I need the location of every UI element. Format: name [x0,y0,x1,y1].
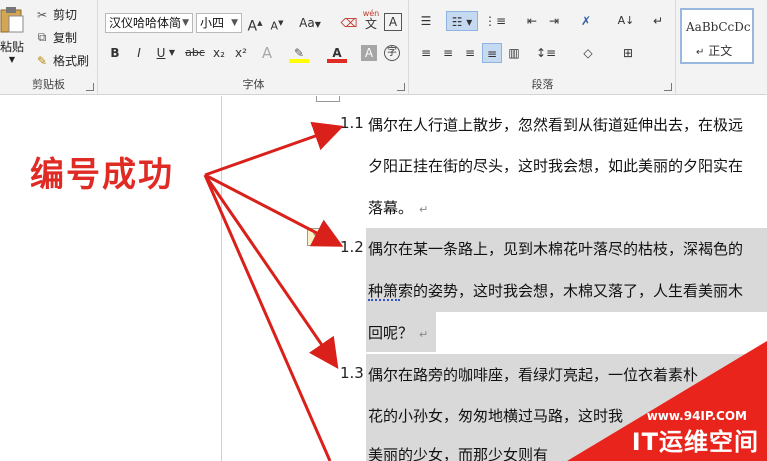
clipboard-group-label: 剪贴板 [32,78,65,91]
annotation-label: 编号成功 [30,155,174,195]
italic-label: I [137,46,141,60]
paste-icon [0,7,24,33]
numbering-icon[interactable]: ☷ ▾ [446,11,478,31]
copy-label: 复制 [53,31,78,45]
watermark-url: www.94IP.COM [646,409,747,423]
style-normal[interactable]: AaBbCcDc ↵ 正文 [680,8,754,64]
clear-format-icon[interactable]: ⌫ [339,13,359,33]
font-color-icon[interactable]: A [327,43,347,63]
italic-button[interactable]: I [129,43,149,63]
copy-button[interactable]: ⧉ 复制 [34,29,77,46]
align-right-icon[interactable]: ≡ [460,43,480,63]
paragraph-line: 落幕。 ↵ [368,197,428,218]
enclose-char-icon[interactable]: 字 [384,45,400,61]
style-normal-label: ↵ 正文 [696,42,732,59]
paragraph-line-text: 回呢？ [368,324,414,342]
paragraph-launcher-icon[interactable] [664,83,672,91]
multilevel-list-icon[interactable]: ⋮≡ [484,11,506,31]
distributed-icon[interactable]: ▥ [504,43,524,63]
text-effects-icon[interactable]: A [257,43,277,63]
watermark-title: IT运维空间 [631,428,759,456]
font-name-value: 汉仪哈哈体简 [109,16,182,30]
paragraph-line: 回呢？ ↵ [368,322,428,343]
list-number: 1.3 [340,364,364,382]
shrink-font-button[interactable]: A▼ [267,13,287,33]
format-painter-label: 格式刷 [53,54,90,68]
paragraph-line: 偶尔在某一条路上，见到木棉花叶落尽的枯枝，深褐色的 [368,240,744,258]
list-number: 1.2 [340,238,364,256]
style-sample: AaBbCcDc [686,20,751,34]
justify-icon[interactable]: ≡ [482,43,502,63]
font-name-select[interactable]: 汉仪哈哈体简 ▼ [105,13,193,33]
phonetic-guide-button[interactable]: wén 文 [361,9,381,31]
align-left-icon[interactable]: ≡ [416,43,436,63]
underline-label: U [156,46,166,60]
ribbon: 粘贴 ▼ ✂ 剪切 ⧉ 复制 ✎ 格式刷 剪贴板 汉仪哈哈体简 ▼ 小四 ▼ A… [0,0,767,95]
font-size-value: 小四 [200,16,225,30]
show-marks-icon[interactable]: ↵ [648,11,668,31]
paste-options-icon[interactable]: ✎ [307,228,327,246]
watermark: www.94IP.COM IT运维空间 [567,341,767,461]
paragraph-mark-icon: ↵ [419,328,429,341]
subscript-label: x₂ [213,46,225,60]
font-size-select[interactable]: 小四 ▼ [196,13,242,33]
list-number: 1.1 [340,114,364,132]
format-painter-button[interactable]: ✎ 格式刷 [34,52,89,69]
shading-icon[interactable]: ◇ [578,43,598,63]
highlight-color-icon[interactable]: ✎ [289,43,309,63]
underline-dropdown-icon[interactable]: ▼ [167,43,177,63]
subscript-button[interactable]: x₂ [209,43,229,63]
align-center-icon[interactable]: ≡ [438,43,458,63]
paste-label: 粘贴 [0,40,24,54]
bullets-icon[interactable]: ☰ [416,11,436,31]
paragraph-group: ☰ ☷ ▾ ⋮≡ ⇤ ⇥ ✗ A↓ ↵ ≡ ≡ ≡ ≡ ▥ ↕≡ ◇ ⊞ 段落 [410,0,676,95]
char-border-label: A [388,15,398,29]
strikethrough-label: abc [185,46,205,59]
clipboard-group: 粘贴 ▼ ✂ 剪切 ⧉ 复制 ✎ 格式刷 剪贴板 [0,0,98,95]
grow-font-label: A [247,18,258,35]
paragraph-line: 夕阳正挂在街的尽头，这时我会想，如此美丽的夕阳实在 [368,157,744,175]
chevron-down-icon: ▼ [231,18,238,28]
paragraph-mark-icon: ↵ [419,203,429,216]
paste-button[interactable]: 粘贴 ▼ [0,6,28,64]
borders-icon[interactable]: ⊞ [618,43,638,63]
superscript-button[interactable]: x² [231,43,251,63]
superscript-label: x² [235,46,247,60]
decrease-indent-icon[interactable]: ⇤ [522,11,542,31]
change-case-button[interactable]: Aa▼ [295,13,325,33]
line-spacing-icon[interactable]: ↕≡ [536,43,556,63]
change-case-label: Aa [299,16,315,30]
shrink-font-label: A [270,19,279,33]
bold-button[interactable]: B [105,43,125,63]
char-shading-icon[interactable]: A [361,45,377,61]
paragraph-line-text: 落幕。 [368,199,414,217]
strikethrough-button[interactable]: abc [181,43,209,63]
paragraph-line: 偶尔在人行道上散步，忽然看到从街道延伸出去，在极远 [368,116,744,134]
font-group-label: 字体 [242,78,265,91]
cut-button[interactable]: ✂ 剪切 [34,6,77,23]
sort-icon[interactable]: A↓ [616,11,636,31]
spell-check-underline [368,299,400,301]
increase-indent-icon[interactable]: ⇥ [544,11,564,31]
style-normal-text: 正文 [708,44,733,58]
cut-label: 剪切 [53,8,78,22]
paragraph-group-label: 段落 [531,78,554,91]
scissors-icon: ✂ [36,7,48,22]
font-group: 汉仪哈哈体简 ▼ 小四 ▼ A▲ A▼ Aa▼ ⌫ wén 文 A B I U … [99,0,409,95]
chevron-down-icon: ▼ [8,55,16,64]
clipboard-launcher-icon[interactable] [86,83,94,91]
chevron-down-icon: ▼ [182,18,189,28]
paragraph-line: 美丽的少女，而那少女则有 [368,446,549,461]
copy-icon: ⧉ [37,30,47,44]
bold-label: B [110,46,120,60]
chinese-layout-icon[interactable]: ✗ [576,11,596,31]
font-launcher-icon[interactable] [397,83,405,91]
page-marker [316,96,340,102]
phonetic-char: 文 [364,17,377,31]
brush-icon: ✎ [36,53,48,68]
grow-font-button[interactable]: A▲ [245,13,265,35]
paragraph-line: 种箫索的姿势，这时我会想，木棉又落了，人生看美丽木 [368,282,744,300]
paragraph-mark-icon: ↵ [696,47,705,58]
char-border-button[interactable]: A [384,13,402,31]
